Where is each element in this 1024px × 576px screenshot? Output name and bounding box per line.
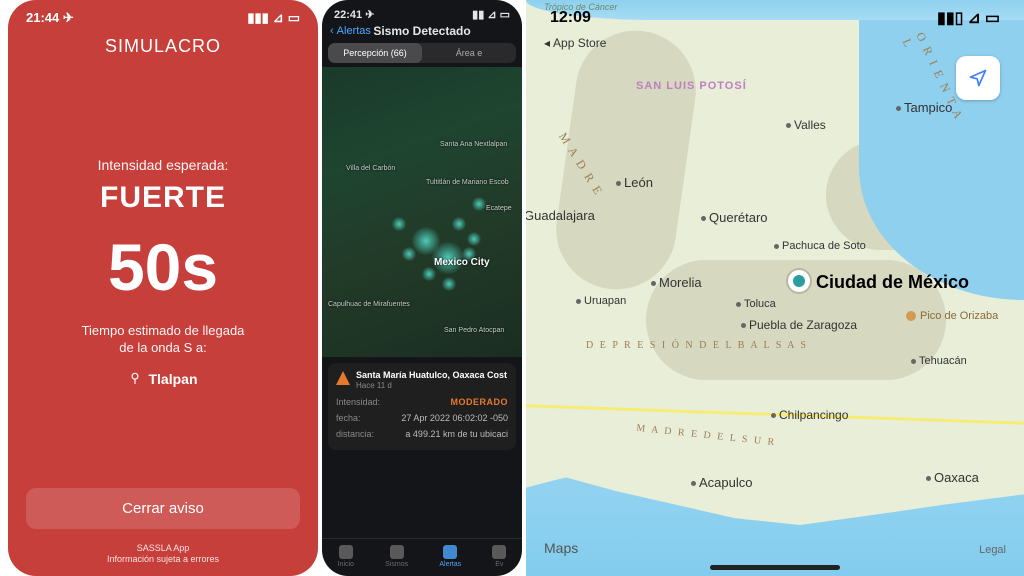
- tab-inicio[interactable]: Inicio: [338, 545, 354, 568]
- alert-body: Intensidad esperada: FUERTE 50s Tiempo e…: [8, 57, 318, 488]
- city-leon[interactable]: León: [616, 175, 653, 190]
- city-tehuacan[interactable]: Tehuacán: [911, 355, 967, 367]
- state-slp: SAN LUIS POTOSÍ: [636, 80, 747, 92]
- city-uruapan[interactable]: Uruapan: [576, 295, 626, 307]
- perception-map[interactable]: Villa del Carbón Santa Ana Nextlalpan Tult…: [322, 67, 522, 357]
- phone-simulacro: 21:44 ✈ ▮▮▮ ⊿ ▭ SIMULACRO Intensidad esp…: [8, 0, 318, 576]
- map-label: Villa del Carbón: [346, 165, 395, 172]
- statusbar: 21:44 ✈ ▮▮▮ ⊿ ▭: [8, 0, 318, 30]
- row-date: fecha:27 Apr 2022 06:02:02 -050: [336, 410, 508, 426]
- tab-alertas[interactable]: Alertas: [439, 545, 461, 568]
- legal-link[interactable]: Legal: [979, 544, 1006, 556]
- city-puebla[interactable]: Puebla de Zaragoza: [741, 318, 857, 332]
- chevron-left-icon: ◂: [544, 36, 550, 50]
- status-right: ▮▮▯ ⊿ ▭: [937, 8, 1000, 28]
- statusbar: 12:09 ▮▮▯ ⊿ ▭: [526, 0, 1024, 36]
- user-location-pin[interactable]: [788, 270, 810, 292]
- back-to-app-button[interactable]: ◂ App Store: [544, 36, 606, 50]
- city-guadalajara[interactable]: Guadalajara: [526, 208, 595, 223]
- locate-me-button[interactable]: [956, 56, 1000, 100]
- city-cdmx[interactable]: Ciudad de México: [816, 272, 969, 293]
- warning-icon: [336, 371, 350, 385]
- footer-credits: SASSLA App Información sujeta a errores: [8, 543, 318, 576]
- intensity-label: Intensidad esperada:: [98, 157, 229, 173]
- city-oaxaca[interactable]: Oaxaca: [926, 470, 979, 485]
- city-tampico[interactable]: Tampico: [896, 100, 952, 115]
- signal-icon: ▮▮▮: [247, 10, 268, 26]
- segmented-control[interactable]: Percepción (66) Área e: [328, 43, 516, 63]
- apple-maps-badge: Maps: [544, 540, 578, 556]
- nav-bar: ‹ Alertas Sismo Detectado: [322, 23, 522, 43]
- screen-title: SIMULACRO: [8, 36, 318, 57]
- signal-icon: ▮▮▯: [937, 8, 963, 28]
- map-label: Mexico City: [434, 257, 490, 268]
- row-intensity: Intensidad:MODERADO: [336, 394, 508, 410]
- status-time: 12:09: [550, 9, 591, 27]
- map-label: Ecatepe: [486, 205, 512, 212]
- apple-maps-panel[interactable]: Trópico de Cáncer 12:09 ▮▮▯ ⊿ ▭ ◂ App St…: [526, 0, 1024, 576]
- close-alert-button[interactable]: Cerrar aviso: [26, 488, 300, 529]
- battery-icon: ▭: [288, 10, 300, 26]
- city-toluca[interactable]: Toluca: [736, 298, 776, 310]
- battery-icon: ▭: [985, 8, 1000, 28]
- statusbar: 22:41 ✈ ▮▮ ⊿ ▭: [322, 0, 522, 23]
- map-label: Capulhuac de Mirafuentes: [328, 301, 410, 308]
- tab-eventos[interactable]: Ev: [492, 545, 506, 568]
- location-name: Tlalpan: [148, 371, 197, 387]
- quake-card[interactable]: Santa María Huatulco, Oaxaca Cost Hace 1…: [328, 363, 516, 450]
- status-right: ▮▮▮ ⊿ ▭: [247, 10, 300, 26]
- wave-icon: [390, 545, 404, 559]
- segment-percepcion[interactable]: Percepción (66): [328, 43, 422, 63]
- home-indicator[interactable]: [710, 565, 840, 570]
- nav-title: Sismo Detectado: [322, 24, 522, 38]
- subtext: Tiempo estimado de llegadade la onda S a…: [82, 323, 245, 357]
- status-time: 22:41 ✈: [334, 8, 374, 21]
- city-valles[interactable]: Valles: [786, 118, 826, 132]
- city-queretaro[interactable]: Querétaro: [701, 210, 768, 225]
- intensity-value: FUERTE: [100, 181, 226, 215]
- status-right: ▮▮ ⊿ ▭: [472, 8, 510, 21]
- city-pachuca[interactable]: Pachuca de Soto: [774, 240, 866, 252]
- countdown: 50s: [108, 229, 218, 305]
- location-pin-icon: [128, 371, 142, 388]
- tab-bar: Inicio Sismos Alertas Ev: [322, 538, 522, 576]
- map-label: Tultitlán de Mariano Escob: [426, 179, 509, 186]
- location-arrow-icon: [968, 68, 988, 88]
- status-time: 21:44 ✈: [26, 10, 74, 26]
- map-label: San Pedro Atocpan: [444, 327, 504, 334]
- region-balsas: D E P R E S I Ó N D E L B A L S A S: [586, 340, 808, 351]
- map-label: Santa Ana Nextlalpan: [440, 141, 507, 148]
- city-morelia[interactable]: Morelia: [651, 275, 702, 290]
- tab-sismos[interactable]: Sismos: [385, 545, 408, 568]
- row-distance: distancia:a 499.21 km de tu ubicaci: [336, 426, 508, 442]
- time-ago: Hace 11 d: [356, 381, 507, 390]
- segment-area[interactable]: Área e: [422, 43, 516, 63]
- wifi-icon: ⊿: [967, 8, 980, 28]
- list-icon: [492, 545, 506, 559]
- epicenter-name: Santa María Huatulco, Oaxaca Cost: [356, 371, 507, 381]
- wifi-icon: ⊿: [273, 10, 284, 26]
- person-icon: [339, 545, 353, 559]
- city-chilpancingo[interactable]: Chilpancingo: [771, 408, 848, 422]
- peak-orizaba[interactable]: Pico de Orizaba: [906, 310, 998, 322]
- phone-sismo-detectado: 22:41 ✈ ▮▮ ⊿ ▭ ‹ Alertas Sismo Detectado…: [322, 0, 522, 576]
- city-acapulco[interactable]: Acapulco: [691, 475, 752, 490]
- alert-icon: [443, 545, 457, 559]
- location-row: Tlalpan: [128, 371, 197, 388]
